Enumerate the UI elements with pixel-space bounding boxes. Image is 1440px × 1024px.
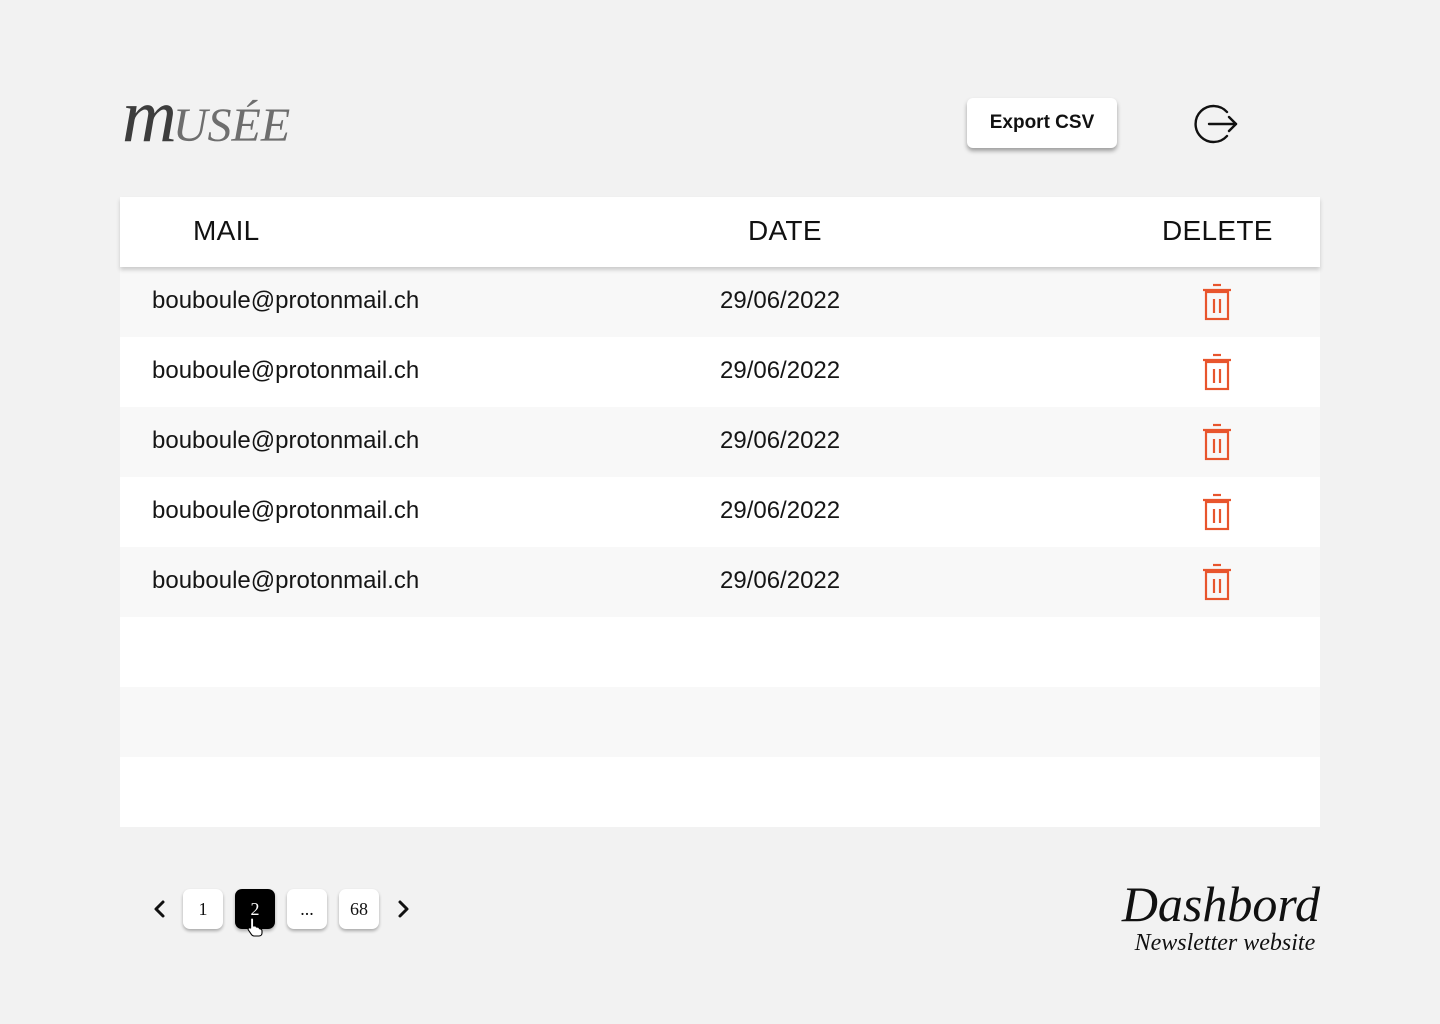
logout-icon[interactable]	[1194, 101, 1240, 147]
table-row: bouboule@protonmail.ch 29/06/2022	[120, 547, 1320, 617]
mail-cell: bouboule@protonmail.ch	[152, 497, 420, 524]
date-cell: 29/06/2022	[720, 357, 841, 384]
chevron-right-icon[interactable]	[391, 897, 415, 921]
dashboard-brand: Dashbord Newsletter website	[1122, 878, 1320, 955]
date-cell: 29/06/2022	[720, 427, 841, 454]
brand-subtitle: Newsletter website	[1134, 929, 1316, 956]
chevron-left-icon[interactable]	[148, 897, 172, 921]
musee-logo: mUSÉE	[122, 78, 290, 154]
subscribers-table: MAIL DATE DELETE bouboule@protonmail.ch …	[120, 197, 1320, 827]
empty-row	[120, 687, 1320, 757]
empty-row	[120, 757, 1320, 827]
date-cell: 29/06/2022	[720, 567, 841, 594]
mail-cell: bouboule@protonmail.ch	[152, 427, 420, 454]
column-header-date[interactable]: DATE	[748, 215, 822, 247]
logo-initial: m	[122, 74, 177, 158]
export-csv-button[interactable]: Export CSV	[967, 98, 1117, 148]
table-row: bouboule@protonmail.ch 29/06/2022	[120, 267, 1320, 337]
empty-row	[120, 617, 1320, 687]
date-cell: 29/06/2022	[720, 287, 841, 314]
logo-text: USÉE	[172, 99, 291, 152]
hand-pointer-icon	[247, 917, 263, 937]
column-header-delete: DELETE	[1162, 215, 1273, 246]
date-cell: 29/06/2022	[720, 497, 841, 524]
table-row: bouboule@protonmail.ch 29/06/2022	[120, 407, 1320, 477]
mail-cell: bouboule@protonmail.ch	[152, 567, 420, 594]
page-button-68[interactable]: 68	[339, 889, 379, 929]
brand-title: Dashbord	[1121, 876, 1320, 932]
page-ellipsis[interactable]: ...	[287, 889, 327, 929]
delete-icon[interactable]	[1200, 493, 1234, 531]
column-header-mail[interactable]: MAIL	[193, 215, 260, 247]
delete-icon[interactable]	[1200, 423, 1234, 461]
delete-icon[interactable]	[1200, 283, 1234, 321]
page-button-1[interactable]: 1	[183, 889, 223, 929]
mail-cell: bouboule@protonmail.ch	[152, 357, 420, 384]
delete-icon[interactable]	[1200, 353, 1234, 391]
table-header: MAIL DATE DELETE	[120, 197, 1320, 267]
mail-cell: bouboule@protonmail.ch	[152, 287, 420, 314]
delete-icon[interactable]	[1200, 563, 1234, 601]
table-row: bouboule@protonmail.ch 29/06/2022	[120, 477, 1320, 547]
table-row: bouboule@protonmail.ch 29/06/2022	[120, 337, 1320, 407]
